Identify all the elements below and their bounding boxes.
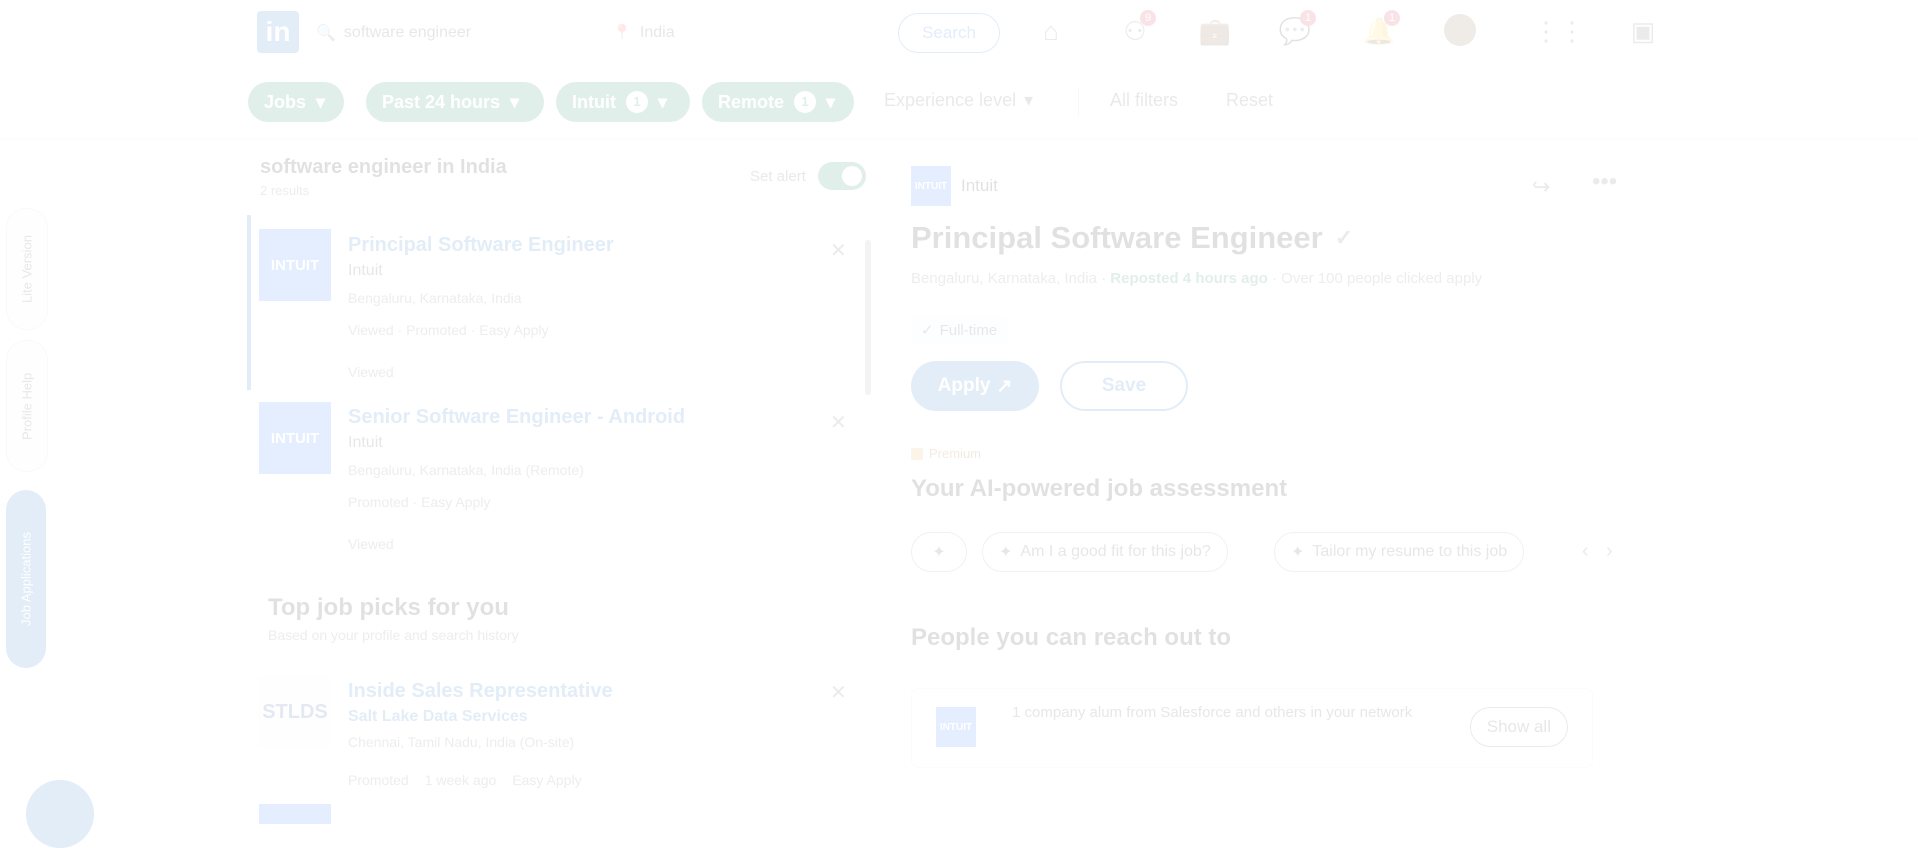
top-picks-title: Top job picks for you [268, 594, 509, 621]
side-tab-lite-version[interactable]: Lite Version [6, 208, 48, 330]
job-location: Bengaluru, Karnataka, India (Remote) [348, 462, 584, 478]
job-location: Bengaluru, Karnataka, India [348, 290, 522, 306]
reach-company-logo: INTUIT [936, 707, 976, 747]
job-detail-meta: Bengaluru, Karnataka, India · Reposted 4… [911, 270, 1483, 287]
alert-toggle[interactable] [817, 162, 866, 190]
share-icon[interactable]: ↪ [1532, 174, 1550, 200]
filter-divider [1078, 88, 1079, 116]
job-meta: Promoted · Easy Apply [348, 494, 491, 510]
show-all-button[interactable]: Show all [1469, 707, 1568, 747]
external-link-icon: ↗ [996, 375, 1013, 397]
reach-out-card: INTUIT 1 company alum from Salesforce an… [911, 688, 1593, 768]
location-search-input[interactable]: 📍 India [612, 16, 872, 50]
next-company-logo [259, 804, 331, 824]
all-filters-button[interactable]: All filters [1110, 90, 1178, 111]
search-results-title: software engineer in India [260, 156, 507, 178]
premium-tag: Premium [911, 446, 981, 461]
search-icon: 🔍 [316, 25, 336, 42]
remote-filter-count: 1 [794, 91, 817, 113]
side-tab-profile-help[interactable]: Profile Help [6, 340, 48, 472]
reset-filters-button[interactable]: Reset [1226, 90, 1273, 111]
job-meta: Viewed · Promoted · Easy Apply [348, 322, 549, 338]
list-scrollbar[interactable] [865, 240, 871, 395]
reach-out-title: People you can reach out to [911, 624, 1232, 651]
dismiss-job-icon[interactable]: ✕ [830, 680, 847, 705]
ai-sparkle-button[interactable]: ✦ [911, 532, 967, 572]
job-detail-title: Principal Software Engineer ✓ [911, 220, 1354, 255]
experience-level-filter[interactable]: Experience level ▾ [884, 90, 1033, 111]
save-button[interactable]: Save [1060, 361, 1188, 411]
dismiss-job-icon[interactable]: ✕ [830, 238, 847, 263]
more-options-icon[interactable]: ••• [1592, 168, 1617, 196]
search-button[interactable]: Search [898, 13, 1000, 53]
notifications-badge: 1 [1384, 10, 1400, 26]
sparkle-icon: ✦ [999, 544, 1013, 561]
apply-button[interactable]: Apply ↗ [911, 361, 1039, 411]
selected-card-indicator [247, 215, 251, 390]
ai-assessment-title: Your AI-powered job assessment [911, 475, 1288, 502]
check-icon: ✓ [921, 322, 934, 339]
detail-company-logo: INTUIT [911, 166, 951, 206]
sparkle-icon: ✦ [1291, 544, 1305, 561]
chevron-down-icon: ▾ [316, 91, 326, 112]
location-pin-icon: 📍 [612, 25, 632, 42]
chevron-right-icon[interactable]: › [1606, 540, 1613, 563]
company-logo: INTUIT [259, 229, 331, 301]
jobs-filter-chip[interactable]: Jobs ▾ [248, 82, 344, 122]
profile-avatar[interactable] [1444, 14, 1476, 46]
network-icon[interactable]: ⚇ 9 [1118, 10, 1156, 48]
job-meta: Promoted 1 week ago Easy Apply [348, 772, 582, 788]
company-logo: STLDS [259, 676, 331, 748]
chevron-down-icon: ▾ [826, 91, 836, 112]
apps-grid-icon[interactable]: ⋮⋮ [1533, 14, 1585, 48]
messaging-icon[interactable]: 💬 1 [1278, 10, 1316, 48]
chevron-down-icon: ▾ [1024, 90, 1034, 110]
job-company: Intuit [348, 262, 383, 279]
job-alert-toggle-group[interactable]: Set alert [750, 162, 866, 190]
reach-out-text: 1 company alum from Salesforce and other… [1012, 704, 1413, 721]
tailor-resume-chip[interactable]: ✦ Tailor my resume to this job [1274, 532, 1525, 572]
sparkle-icon: ✦ [932, 544, 946, 561]
company-logo: INTUIT [259, 402, 331, 474]
dismiss-job-icon[interactable]: ✕ [830, 410, 847, 435]
job-status: Viewed [348, 536, 394, 552]
remote-filter-chip[interactable]: Remote 1 ▾ [702, 82, 854, 122]
keyword-search-input[interactable]: 🔍 software engineer [316, 16, 576, 50]
detail-company-name[interactable]: Intuit [961, 176, 998, 196]
linkedin-logo-icon[interactable]: in [257, 11, 299, 53]
date-posted-filter-chip[interactable]: Past 24 hours ▾ [366, 82, 544, 122]
job-company: Intuit [348, 434, 383, 451]
job-title-link[interactable]: Principal Software Engineer [348, 234, 614, 257]
home-icon[interactable]: ⌂ [1034, 14, 1068, 48]
chevron-left-icon[interactable]: ‹ [1582, 540, 1589, 563]
network-badge: 9 [1140, 10, 1156, 26]
company-filter-count: 1 [625, 91, 648, 113]
top-navigation: in 🔍 software engineer 📍 India Search ⌂ … [0, 0, 1918, 138]
notifications-bell-icon[interactable]: 🔔 1 [1362, 10, 1400, 48]
chat-bubble-icon[interactable] [26, 780, 94, 848]
chevron-down-icon: ▾ [657, 91, 668, 112]
job-status: Viewed [348, 364, 394, 380]
job-title-link[interactable]: Senior Software Engineer - Android [348, 406, 685, 429]
verified-badge-icon: ✓ [1334, 225, 1354, 250]
company-filter-chip[interactable]: Intuit 1 ▾ [556, 82, 690, 122]
job-type-pill: ✓ Full-time [911, 316, 1008, 344]
side-tab-job-applications[interactable]: Job Applications [6, 490, 46, 668]
top-picks-subtitle: Based on your profile and search history [268, 627, 519, 643]
messaging-badge: 1 [1300, 10, 1316, 26]
advertise-icon[interactable]: ▣ [1626, 14, 1660, 48]
jobs-briefcase-icon[interactable]: 💼 [1198, 14, 1232, 48]
job-title-link[interactable]: Inside Sales Representative [348, 680, 613, 703]
fit-question-chip[interactable]: ✦ Am I a good fit for this job? [982, 532, 1228, 572]
job-location: Chennai, Tamil Nadu, India (On-site) [348, 734, 575, 750]
job-company: Salt Lake Data Services [348, 708, 528, 725]
chevron-down-icon: ▾ [510, 91, 520, 112]
results-count: 2 results [260, 183, 310, 198]
premium-icon [911, 447, 923, 460]
